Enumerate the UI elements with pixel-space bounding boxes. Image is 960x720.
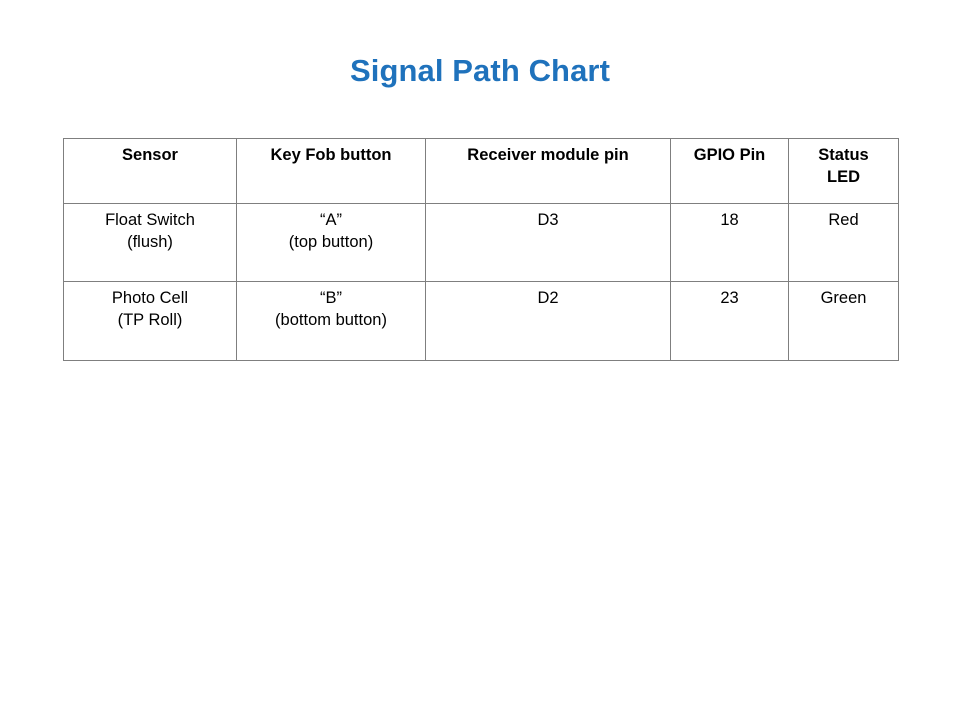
cell-keyfob-row2-line2: (bottom button) (275, 310, 387, 329)
cell-keyfob-row2-line1: “B” (320, 289, 342, 307)
cell-sensor-row2: Photo Cell (TP Roll) (63, 281, 237, 361)
cell-gpio-row1: 18 (670, 203, 789, 282)
column-header-receiver-module-pin: Receiver module pin (425, 138, 671, 204)
table-row: Float Switch (flush) “A” (top button) D3… (63, 203, 899, 282)
column-header-status-led: Status LED (788, 138, 899, 204)
cell-status-led-row2: Green (788, 281, 899, 361)
cell-sensor-row1-line2: (flush) (127, 232, 173, 251)
cell-sensor-row2-line1: Photo Cell (111, 289, 189, 307)
cell-receiver-row1: D3 (425, 203, 671, 282)
slide-canvas: Signal Path Chart Sensor Key Fob button … (0, 0, 960, 720)
cell-sensor-row1-line1: Float Switch (105, 211, 195, 229)
column-header-status-led-line1: Status (818, 146, 869, 164)
cell-sensor-row1: Float Switch (flush) (63, 203, 237, 282)
table-body: Float Switch (flush) “A” (top button) D3… (63, 203, 899, 361)
table-header: Sensor Key Fob button Receiver module pi… (63, 138, 899, 204)
cell-keyfob-row2: “B” (bottom button) (236, 281, 426, 361)
page-title: Signal Path Chart (349, 53, 611, 88)
column-header-gpio-pin: GPIO Pin (670, 138, 789, 204)
cell-sensor-row2-line2: (TP Roll) (117, 310, 183, 329)
signal-path-table-container: Sensor Key Fob button Receiver module pi… (63, 138, 899, 361)
table-header-row: Sensor Key Fob button Receiver module pi… (63, 138, 899, 204)
signal-path-table: Sensor Key Fob button Receiver module pi… (63, 138, 899, 361)
cell-status-led-row1: Red (788, 203, 899, 282)
column-header-key-fob-button: Key Fob button (236, 138, 426, 204)
cell-receiver-row2: D2 (425, 281, 671, 361)
cell-keyfob-row1-line2: (top button) (288, 232, 374, 251)
column-header-status-led-line2: LED (827, 167, 860, 186)
cell-gpio-row2: 23 (670, 281, 789, 361)
table-row: Photo Cell (TP Roll) “B” (bottom button)… (63, 281, 899, 361)
cell-keyfob-row1: “A” (top button) (236, 203, 426, 282)
column-header-sensor: Sensor (63, 138, 237, 204)
cell-keyfob-row1-line1: “A” (320, 211, 342, 229)
